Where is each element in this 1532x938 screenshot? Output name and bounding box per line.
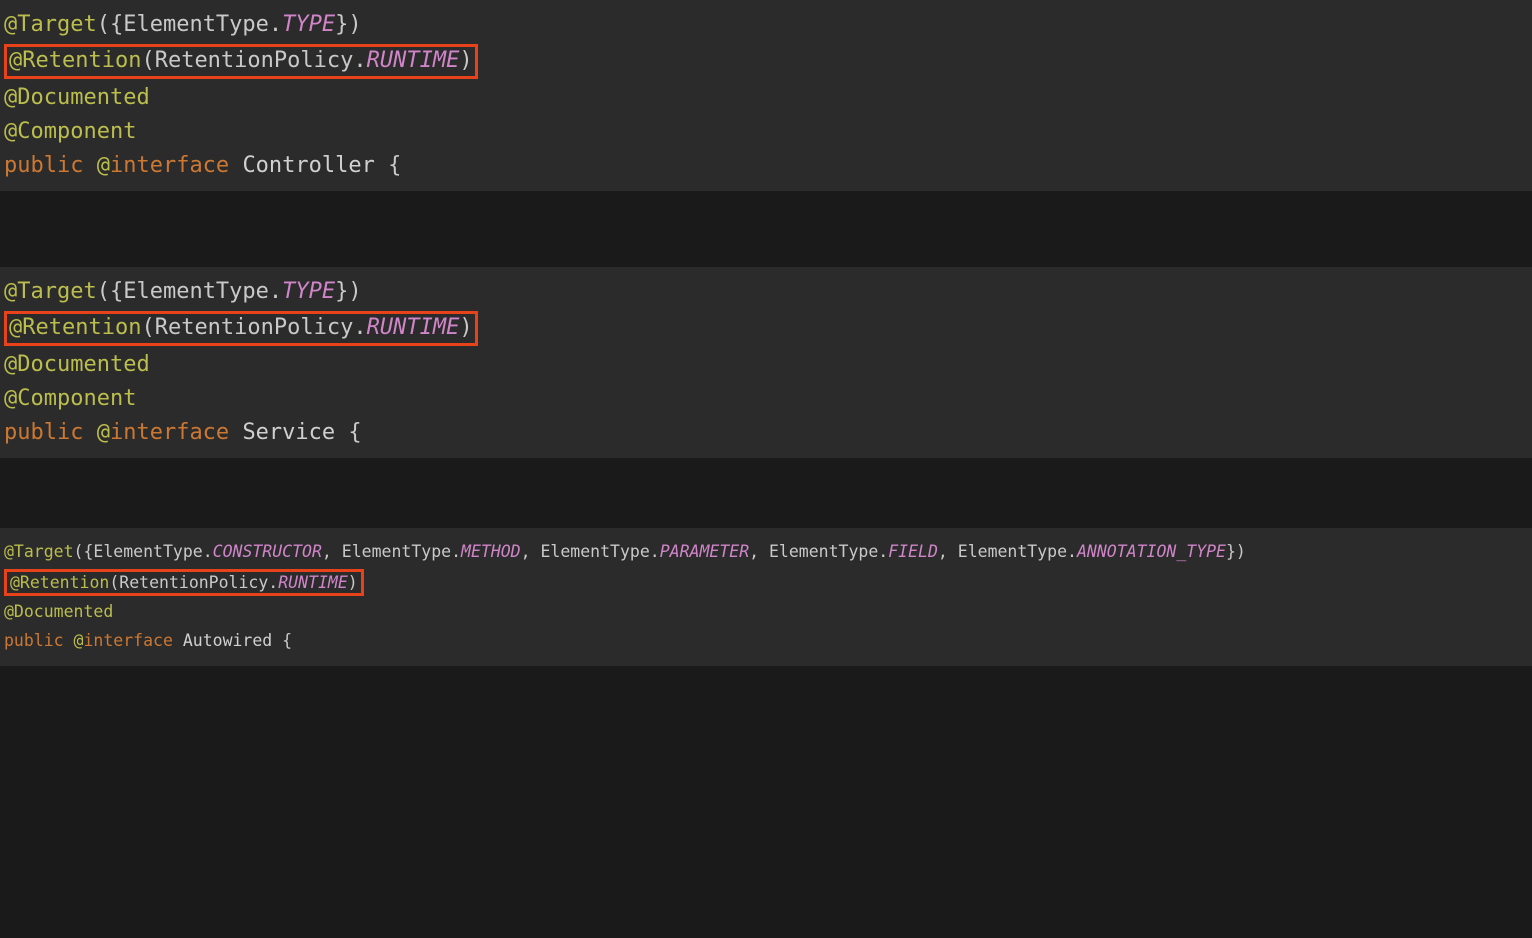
punct: , — [938, 542, 958, 561]
punct: ) — [459, 315, 472, 340]
code-line-component[interactable]: @Component — [4, 382, 1528, 416]
code-line-declaration[interactable]: public @interface Controller { — [4, 149, 1528, 183]
annotation-documented: @Documented — [4, 85, 150, 110]
keyword-interface: interface — [110, 153, 229, 178]
punct: ( — [141, 48, 154, 73]
keyword-public: public — [4, 153, 97, 178]
code-line-documented[interactable]: @Documented — [4, 81, 1528, 115]
annotation-documented: @Documented — [4, 352, 150, 377]
enum-constant: TYPE — [282, 12, 335, 37]
class-name: ElementType — [541, 542, 650, 561]
space — [173, 631, 183, 650]
punct: }) — [335, 12, 362, 37]
keyword-public: public — [4, 631, 74, 650]
punct: ({ — [97, 12, 124, 37]
at-sign: @ — [74, 631, 84, 650]
code-block-controller[interactable]: @Target({ElementType.TYPE})@Retention(Re… — [0, 0, 1532, 191]
keyword-public: public — [4, 420, 97, 445]
class-name: RetentionPolicy — [119, 573, 268, 592]
enum-constant: FIELD — [888, 542, 938, 561]
punct: ) — [459, 48, 472, 73]
punct: { — [375, 153, 402, 178]
enum-constant: CONSTRUCTOR — [213, 542, 322, 561]
enum-constant: RUNTIME — [367, 48, 460, 73]
annotation-target: @Target — [4, 279, 97, 304]
interface-name: Autowired — [183, 631, 272, 650]
space — [229, 153, 242, 178]
code-block-service[interactable]: @Target({ElementType.TYPE})@Retention(Re… — [0, 267, 1532, 458]
code-block-autowired[interactable]: @Target({ElementType.CONSTRUCTOR, Elemen… — [0, 528, 1532, 666]
punct: , — [521, 542, 541, 561]
punct: { — [335, 420, 362, 445]
code-line-target[interactable]: @Target({ElementType.TYPE}) — [4, 8, 1528, 42]
punct: . — [269, 279, 282, 304]
punct: . — [451, 542, 461, 561]
punct: ({ — [97, 279, 124, 304]
punct: . — [353, 315, 366, 340]
punct: . — [269, 12, 282, 37]
punct: }) — [1226, 542, 1246, 561]
at-sign: @ — [97, 153, 110, 178]
separator-gap — [0, 458, 1532, 528]
punct: . — [353, 48, 366, 73]
enum-constant: PARAMETER — [660, 542, 749, 561]
interface-name: Controller — [242, 153, 374, 178]
code-line-documented[interactable]: @Documented — [4, 348, 1528, 382]
enum-constant: METHOD — [461, 542, 521, 561]
separator-gap — [0, 191, 1532, 267]
enum-constant: RUNTIME — [367, 315, 460, 340]
class-name: RetentionPolicy — [155, 315, 354, 340]
enum-constant: TYPE — [282, 279, 335, 304]
annotation-target: @Target — [4, 12, 97, 37]
enum-constant: RUNTIME — [278, 573, 348, 592]
annotation-component: @Component — [4, 386, 136, 411]
annotation-component: @Component — [4, 119, 136, 144]
class-name: ElementType — [958, 542, 1067, 561]
class-name: ElementType — [123, 279, 269, 304]
code-content[interactable]: @Target({ElementType.CONSTRUCTOR, Elemen… — [4, 538, 1528, 656]
annotation-retention: @Retention — [10, 573, 109, 592]
annotation-retention: @Retention — [9, 48, 141, 73]
code-content[interactable]: @Target({ElementType.TYPE})@Retention(Re… — [4, 275, 1528, 450]
punct: { — [272, 631, 292, 650]
punct: . — [268, 573, 278, 592]
class-name: RetentionPolicy — [155, 48, 354, 73]
target-element-list: ElementType.CONSTRUCTOR, ElementType.MET… — [93, 542, 1226, 561]
keyword-interface: interface — [110, 420, 229, 445]
punct: }) — [335, 279, 362, 304]
punct: ( — [141, 315, 154, 340]
punct: ({ — [74, 542, 94, 561]
punct: , — [322, 542, 342, 561]
code-line-declaration[interactable]: public @interface Service { — [4, 416, 1528, 450]
annotation-target: @Target — [4, 542, 74, 561]
annotation-retention: @Retention — [9, 315, 141, 340]
highlighted-retention-line[interactable]: @Retention(RetentionPolicy.RUNTIME) — [4, 44, 478, 79]
enum-constant: ANNOTATION_TYPE — [1077, 542, 1226, 561]
class-name: ElementType — [93, 542, 202, 561]
class-name: ElementType — [123, 12, 269, 37]
highlighted-retention-line[interactable]: @Retention(RetentionPolicy.RUNTIME) — [4, 569, 364, 596]
code-line-target[interactable]: @Target({ElementType.TYPE}) — [4, 275, 1528, 309]
class-name: ElementType — [769, 542, 878, 561]
punct: . — [203, 542, 213, 561]
code-line-documented[interactable]: @Documented — [4, 598, 1528, 627]
punct: ) — [348, 573, 358, 592]
at-sign: @ — [97, 420, 110, 445]
code-line-component[interactable]: @Component — [4, 115, 1528, 149]
punct: . — [1067, 542, 1077, 561]
annotation-documented: @Documented — [4, 602, 113, 621]
punct: ( — [109, 573, 119, 592]
class-name: ElementType — [342, 542, 451, 561]
code-line-target[interactable]: @Target({ElementType.CONSTRUCTOR, Elemen… — [4, 538, 1528, 567]
keyword-interface: interface — [83, 631, 172, 650]
space — [229, 420, 242, 445]
punct: , — [749, 542, 769, 561]
interface-name: Service — [242, 420, 335, 445]
code-content[interactable]: @Target({ElementType.TYPE})@Retention(Re… — [4, 8, 1528, 183]
code-line-declaration[interactable]: public @interface Autowired { — [4, 627, 1528, 656]
highlighted-retention-line[interactable]: @Retention(RetentionPolicy.RUNTIME) — [4, 311, 478, 346]
punct: . — [650, 542, 660, 561]
punct: . — [878, 542, 888, 561]
